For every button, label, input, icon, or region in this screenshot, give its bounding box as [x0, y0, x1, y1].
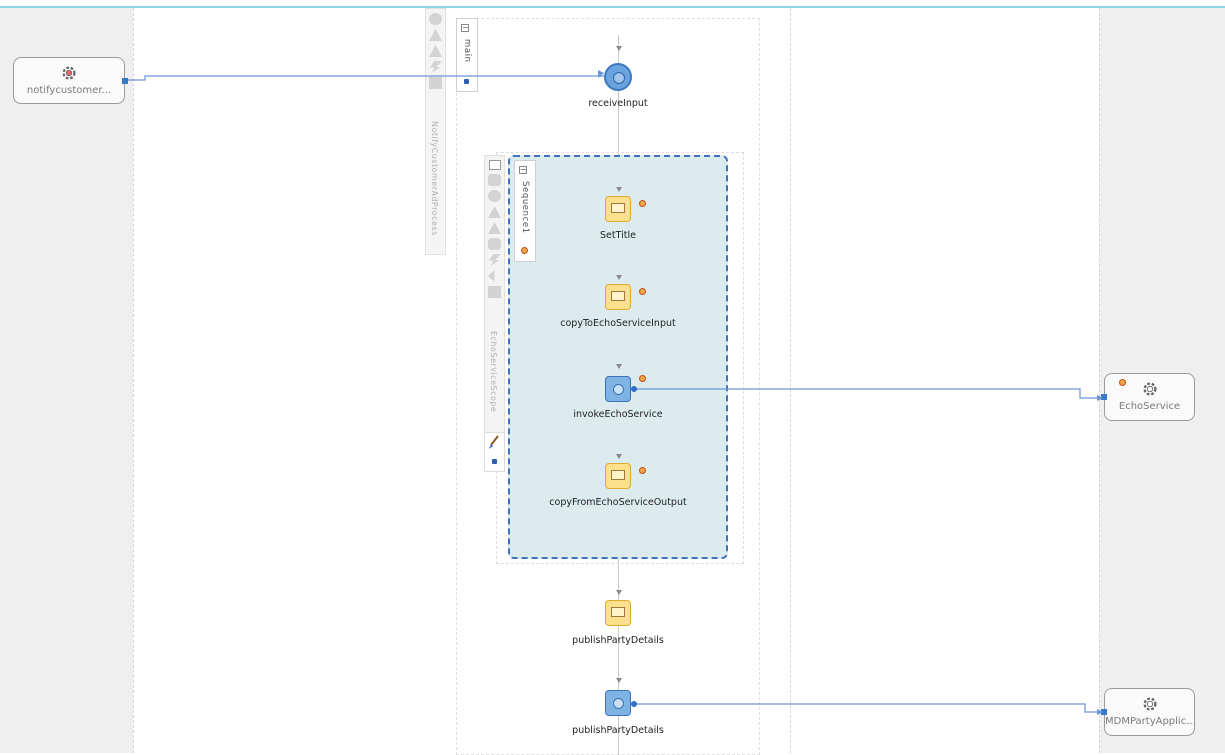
arrowhead: [1097, 395, 1103, 401]
link-notifycustomer-receive: [128, 75, 604, 81]
invoke-port-icon[interactable]: [631, 701, 637, 707]
link-publish-mdm: [634, 703, 1102, 713]
arrowhead: [1097, 709, 1103, 715]
arrowhead: [598, 70, 604, 78]
link-invoke-echoservice: [634, 388, 1102, 399]
invoke-port-icon[interactable]: [631, 386, 637, 392]
partner-links: [128, 70, 1103, 715]
